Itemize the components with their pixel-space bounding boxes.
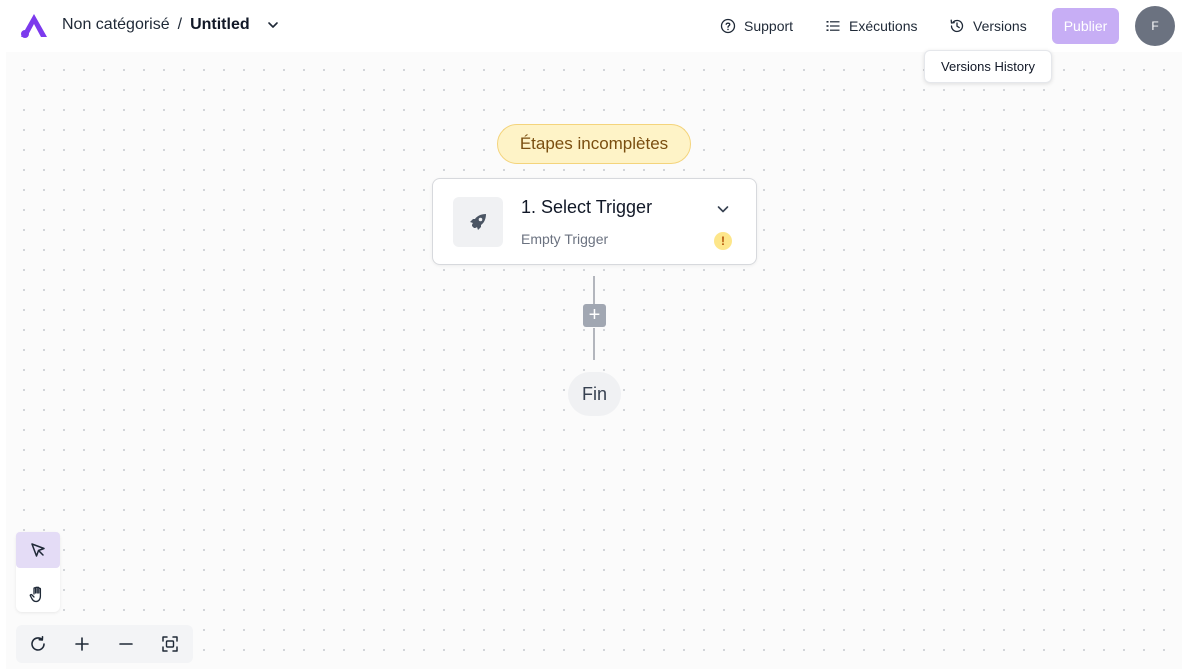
end-node: Fin xyxy=(568,372,621,416)
trigger-icon xyxy=(470,214,486,230)
step-title: 1. Select Trigger xyxy=(521,197,653,217)
connector-line xyxy=(593,276,595,304)
executions-label: Exécutions xyxy=(849,18,918,34)
support-button[interactable]: Support xyxy=(720,14,793,38)
breadcrumb-separator: / xyxy=(177,16,183,33)
support-label: Support xyxy=(744,18,794,34)
fit-view-button[interactable] xyxy=(148,625,192,663)
versions-label: Versions xyxy=(973,18,1027,34)
minus-icon xyxy=(119,643,133,645)
avatar[interactable]: F xyxy=(1135,6,1175,46)
hand-pan-icon xyxy=(29,586,42,603)
versions-history-tooltip: Versions History xyxy=(924,50,1052,83)
add-step-button[interactable]: + xyxy=(583,304,606,327)
executions-button[interactable]: Exécutions xyxy=(825,14,917,38)
reset-view-button[interactable] xyxy=(16,625,60,663)
refresh-icon xyxy=(31,636,45,651)
app-logo-icon[interactable] xyxy=(19,13,49,39)
history-icon xyxy=(950,19,964,33)
fit-view-icon xyxy=(162,636,178,652)
breadcrumb: Non catégorisé / Untitled xyxy=(62,16,280,34)
flow-title[interactable]: Untitled xyxy=(190,16,250,34)
trigger-icon-box xyxy=(453,197,503,247)
chevron-down-icon[interactable] xyxy=(715,201,731,217)
pointer-tool-button[interactable] xyxy=(16,532,60,568)
zoom-out-button[interactable] xyxy=(104,625,148,663)
plus-icon xyxy=(75,637,89,651)
cursor-pointer-icon xyxy=(31,543,45,557)
warning-icon: ! xyxy=(714,232,732,250)
zoom-toolbar xyxy=(16,625,193,663)
list-icon xyxy=(826,21,840,31)
help-circle-icon xyxy=(720,18,736,34)
connector-line xyxy=(593,328,595,360)
hand-tool-button[interactable] xyxy=(16,576,60,612)
trigger-step-card[interactable]: 1. Select Trigger Empty Trigger ! xyxy=(432,178,757,265)
publish-button[interactable]: Publier xyxy=(1052,8,1119,44)
incomplete-steps-badge: Étapes incomplètes xyxy=(497,124,691,164)
zoom-in-button[interactable] xyxy=(60,625,104,663)
top-bar: Non catégorisé / Untitled Support Exécut… xyxy=(0,0,1189,52)
step-subtitle: Empty Trigger xyxy=(521,231,609,247)
chevron-down-icon[interactable] xyxy=(266,18,280,32)
versions-button[interactable]: Versions xyxy=(949,14,1027,38)
canvas-mode-toolbar xyxy=(16,532,60,612)
breadcrumb-folder[interactable]: Non catégorisé xyxy=(62,16,170,34)
